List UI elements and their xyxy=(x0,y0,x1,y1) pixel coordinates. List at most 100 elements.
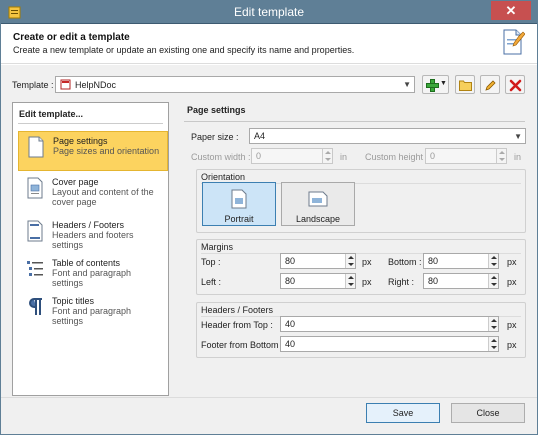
page-settings-divider xyxy=(184,121,525,122)
template-select-value: HelpNDoc xyxy=(75,80,117,90)
margin-bottom-label: Bottom : xyxy=(388,257,422,267)
landscape-label: Landscape xyxy=(295,214,341,224)
nav-item-label: Table of contents xyxy=(52,258,121,268)
custom-height-label: Custom height : xyxy=(365,152,429,162)
nav-item-desc: Font and paragraph settings xyxy=(52,306,132,326)
folder-icon xyxy=(459,80,472,91)
headers-footers-title: Headers / Footers xyxy=(201,305,274,315)
nav-item-label: Cover page xyxy=(52,177,99,187)
window-title: Edit template xyxy=(233,5,305,19)
close-button[interactable]: Close xyxy=(451,403,525,423)
nav-item-table-of-contents[interactable]: Table of contents Font and paragraph set… xyxy=(18,254,168,294)
custom-width-spinner[interactable] xyxy=(322,149,332,163)
nav-item-cover-page[interactable]: Cover page Layout and content of the cov… xyxy=(18,173,168,217)
paper-size-select[interactable]: A4 ▼ xyxy=(249,128,526,144)
margin-bottom-value: 80 xyxy=(428,256,439,266)
custom-width-input[interactable]: 0 xyxy=(251,148,333,164)
paper-size-label: Paper size : xyxy=(191,132,239,142)
add-icon xyxy=(426,79,439,92)
nav-item-label: Page settings xyxy=(53,136,108,146)
header-subtitle: Create a new template or update an exist… xyxy=(13,45,355,55)
custom-height-value: 0 xyxy=(430,151,436,161)
footer-from-bottom-spinner[interactable] xyxy=(488,337,498,351)
margin-right-unit: px xyxy=(507,277,517,287)
pencil-icon xyxy=(485,80,496,91)
nav-item-label: Headers / Footers xyxy=(52,220,125,230)
nav-item-page-settings[interactable]: Page settings Page sizes and orientation xyxy=(18,131,168,171)
open-template-button[interactable] xyxy=(455,75,475,94)
portrait-page-icon xyxy=(231,189,247,209)
chevron-down-icon: ▼ xyxy=(403,80,411,89)
cover-page-icon xyxy=(27,177,43,199)
nav-item-desc: Layout and content of the cover page xyxy=(52,187,154,207)
margin-top-unit: px xyxy=(362,257,372,267)
orientation-title: Orientation xyxy=(201,172,246,182)
footer-from-bottom-input[interactable]: 40 xyxy=(280,336,499,352)
custom-width-value: 0 xyxy=(256,151,262,161)
margin-bottom-spinner[interactable] xyxy=(488,254,498,268)
nav-item-headers-footers[interactable]: Headers / Footers Headers and footers se… xyxy=(18,216,168,256)
custom-width-label: Custom width : xyxy=(191,152,251,162)
margins-title: Margins xyxy=(201,242,234,252)
margin-top-value: 80 xyxy=(285,256,296,266)
margin-right-spinner[interactable] xyxy=(488,274,498,288)
landscape-button[interactable]: Landscape xyxy=(281,182,355,226)
header-from-top-spinner[interactable] xyxy=(488,317,498,331)
dialog-header: Create or edit a template Create a new t… xyxy=(1,24,537,64)
nav-item-desc: Font and paragraph settings xyxy=(52,268,132,288)
delete-template-button[interactable] xyxy=(505,75,525,94)
nav-item-label: Topic titles xyxy=(52,296,95,306)
page-icon xyxy=(28,136,44,158)
margin-left-input[interactable]: 80 xyxy=(280,273,356,289)
delete-icon xyxy=(509,79,522,92)
edit-template-nav: Edit template... Page settings Page size… xyxy=(12,102,169,396)
nav-item-desc: Page sizes and orientation xyxy=(53,146,160,156)
margin-left-label: Left : xyxy=(201,277,222,287)
margin-left-unit: px xyxy=(362,277,372,287)
header-from-top-label: Header from Top : xyxy=(201,320,273,330)
window-close-button[interactable]: ✕ xyxy=(491,1,531,20)
margin-top-input[interactable]: 80 xyxy=(280,253,356,269)
save-button[interactable]: Save xyxy=(366,403,440,423)
custom-height-unit: in xyxy=(514,152,522,162)
rename-template-button[interactable] xyxy=(480,75,500,94)
margin-bottom-input[interactable]: 80 xyxy=(423,253,499,269)
custom-width-unit: in xyxy=(340,152,348,162)
paper-size-value: A4 xyxy=(254,131,266,141)
margin-left-value: 80 xyxy=(285,276,296,286)
add-template-button[interactable]: ▼ xyxy=(422,75,449,94)
margin-top-label: Top : xyxy=(201,257,221,267)
custom-height-spinner[interactable] xyxy=(496,149,506,163)
footer-from-bottom-unit: px xyxy=(507,340,517,350)
template-edit-icon xyxy=(503,29,525,55)
footer-from-bottom-value: 40 xyxy=(285,339,296,349)
document-icon xyxy=(60,79,71,90)
custom-height-input[interactable]: 0 xyxy=(425,148,507,164)
template-label: Template : xyxy=(12,80,54,90)
chevron-down-icon: ▼ xyxy=(514,132,522,141)
margin-bottom-unit: px xyxy=(507,257,517,267)
header-from-top-input[interactable]: 40 xyxy=(280,316,499,332)
template-select[interactable]: HelpNDoc ▼ xyxy=(55,76,415,93)
margin-right-value: 80 xyxy=(428,276,439,286)
nav-item-desc: Headers and footers settings xyxy=(52,230,134,250)
header-from-top-value: 40 xyxy=(285,319,296,329)
dropdown-icon: ▼ xyxy=(440,80,447,87)
margin-left-spinner[interactable] xyxy=(345,274,355,288)
table-of-contents-icon xyxy=(27,261,43,276)
footer-from-bottom-label: Footer from Bottom : xyxy=(201,340,284,350)
margin-top-spinner[interactable] xyxy=(345,254,355,268)
header-title: Create or edit a template xyxy=(13,32,130,43)
header-from-top-unit: px xyxy=(507,320,517,330)
margin-right-label: Right : xyxy=(388,277,415,287)
portrait-button[interactable]: Portrait xyxy=(202,182,276,226)
landscape-page-icon xyxy=(308,191,328,207)
nav-title: Edit template... xyxy=(19,109,84,119)
page-settings-title: Page settings xyxy=(187,105,246,115)
nav-divider xyxy=(18,123,163,124)
headers-footers-icon xyxy=(27,220,43,242)
margin-right-input[interactable]: 80 xyxy=(423,273,499,289)
portrait-label: Portrait xyxy=(224,214,254,224)
nav-item-topic-titles[interactable]: Topic titles Font and paragraph settings xyxy=(18,292,168,332)
paragraph-icon xyxy=(29,298,42,315)
